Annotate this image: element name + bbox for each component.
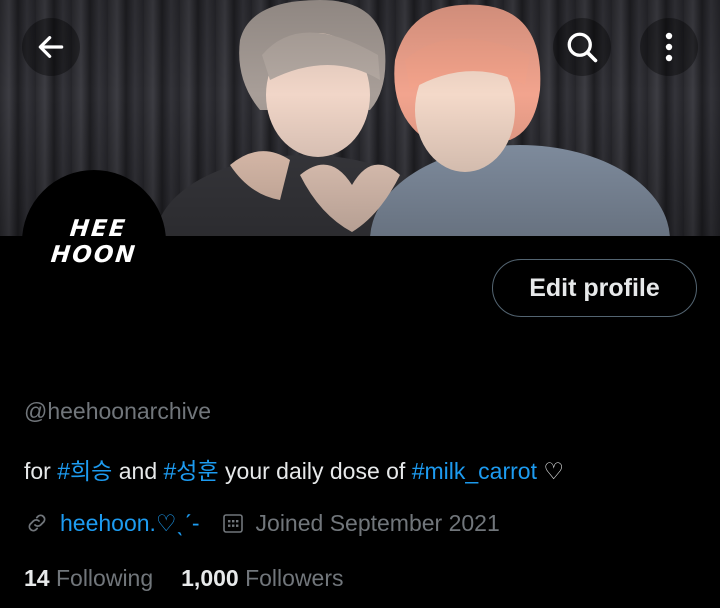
followers-count: 1,000 [181, 565, 239, 591]
search-button[interactable] [553, 18, 611, 76]
bio-text: for [24, 458, 58, 484]
profile-stats: 14 Following 1,000 Followers [24, 565, 344, 592]
bio-text: your daily dose of [218, 458, 412, 484]
bio-text: and [112, 458, 164, 484]
hashtag-link[interactable]: #성훈 [164, 458, 219, 484]
profile-bio: for #희승 and #성훈 your daily dose of #milk… [24, 452, 564, 486]
website-link[interactable]: heehoon.♡ˎˊ- [60, 510, 200, 537]
followers-stat[interactable]: 1,000 Followers [181, 565, 343, 591]
calendar-icon [220, 510, 246, 536]
avatar-logo-line1: HEE [68, 216, 128, 242]
profile-meta: heehoon.♡ˎˊ- Joined September 2021 [24, 508, 500, 538]
avatar-logo-line2: HOON [49, 242, 139, 268]
profile-avatar[interactable]: HEE HOON [22, 170, 166, 314]
search-icon [567, 32, 598, 63]
joined-date: Joined September 2021 [255, 509, 500, 536]
bio-text: ♡ [536, 458, 564, 484]
more-vertical-icon [665, 32, 673, 62]
followers-label: Followers [245, 565, 344, 591]
hashtag-link[interactable]: #희승 [57, 458, 112, 484]
edit-profile-button[interactable]: Edit profile [492, 259, 697, 317]
hashtag-link[interactable]: #milk_carrot [412, 458, 537, 484]
profile-handle: @heehoonarchive [24, 398, 212, 424]
arrow-left-icon [38, 36, 64, 58]
link-icon [24, 510, 50, 536]
following-stat[interactable]: 14 Following [24, 565, 153, 591]
following-label: Following [55, 565, 154, 591]
more-options-button[interactable] [640, 18, 698, 76]
back-button[interactable] [22, 18, 80, 76]
following-count: 14 [24, 565, 50, 591]
